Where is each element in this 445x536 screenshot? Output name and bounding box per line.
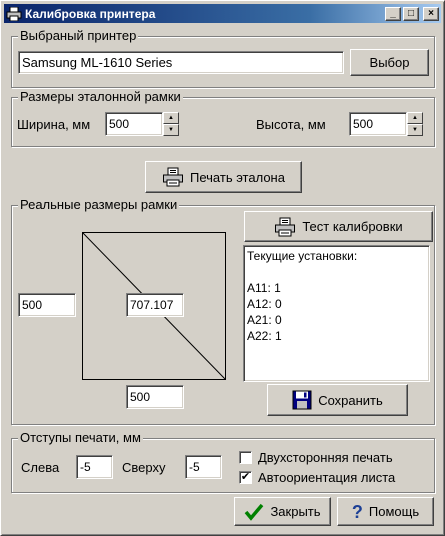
print-reference-label: Печать эталона (190, 169, 285, 185)
margin-top-input[interactable]: -5 (185, 455, 222, 479)
printer-app-icon (6, 6, 22, 21)
title-bar[interactable]: Калибровка принтера _ □ × (4, 4, 441, 23)
select-printer-button[interactable]: Выбор (350, 49, 429, 76)
test-calibration-button[interactable]: Тест калибровки (244, 211, 433, 242)
settings-line: A21: 0 (247, 313, 282, 327)
printer-group-label: Выбраный принтер (18, 28, 139, 44)
printer-icon (162, 167, 184, 187)
settings-line: A12: 0 (247, 297, 282, 311)
settings-line (247, 264, 426, 280)
save-label: Сохранить (318, 392, 383, 408)
width-down-arrow-icon[interactable]: ▼ (163, 124, 179, 136)
margins-group-label: Отступы печати, мм (18, 430, 143, 446)
bottom-side-input[interactable]: 500 (126, 385, 184, 409)
diagonal-input[interactable]: 707.107 (126, 293, 184, 317)
close-window-button[interactable]: × (423, 6, 439, 21)
save-button[interactable]: Сохранить (267, 384, 408, 416)
checkmark-icon (244, 503, 264, 521)
margin-left-input[interactable]: -5 (76, 455, 113, 479)
width-spinner[interactable]: ▲ ▼ (163, 112, 179, 136)
help-button[interactable]: ? Помощь (337, 497, 434, 526)
test-calibration-label: Тест калибровки (302, 219, 403, 234)
help-label: Помощь (368, 504, 420, 519)
printer-icon (274, 217, 296, 237)
width-input[interactable]: 500 (105, 112, 163, 136)
settings-line: A11: 1 (247, 281, 281, 295)
window-title: Калибровка принтера (25, 6, 156, 21)
floppy-disk-icon (292, 390, 312, 410)
print-reference-button[interactable]: Печать эталона (145, 161, 302, 193)
checkbox-check-icon: ✔ (240, 471, 251, 483)
reference-size-group-label: Размеры эталонной рамки (18, 89, 183, 105)
margin-top-label: Сверху (122, 460, 166, 475)
auto-orientation-label[interactable]: Автоориентация листа (258, 470, 395, 486)
settings-line: A22: 1 (247, 329, 282, 343)
minimize-button[interactable]: _ (385, 6, 401, 21)
height-label: Высота, мм (256, 117, 326, 132)
close-label: Закрыть (270, 504, 321, 519)
select-printer-label: Выбор (369, 55, 410, 70)
duplex-checkbox[interactable] (239, 451, 252, 464)
question-mark-icon: ? (351, 501, 363, 522)
width-label: Ширина, мм (17, 117, 91, 132)
height-spinner[interactable]: ▲ ▼ (407, 112, 423, 136)
height-input[interactable]: 500 (349, 112, 407, 136)
printer-name-field[interactable]: Samsung ML-1610 Series (18, 51, 344, 74)
auto-orientation-checkbox[interactable]: ✔ (239, 471, 252, 484)
maximize-button[interactable]: □ (403, 6, 419, 21)
calibration-window: Калибровка принтера _ □ × Выбраный принт… (0, 0, 445, 536)
width-up-arrow-icon[interactable]: ▲ (163, 112, 179, 124)
height-up-arrow-icon[interactable]: ▲ (407, 112, 423, 124)
height-down-arrow-icon[interactable]: ▼ (407, 124, 423, 136)
left-side-input[interactable]: 500 (18, 293, 76, 317)
settings-line: Текущие установки: (247, 249, 358, 263)
current-settings-list[interactable]: Текущие установки: A11: 1 A12: 0 A21: 0 … (243, 245, 430, 382)
margin-left-label: Слева (21, 460, 60, 475)
duplex-label[interactable]: Двухсторонняя печать (258, 450, 393, 466)
real-size-group-label: Реальные размеры рамки (18, 197, 180, 213)
close-button[interactable]: Закрыть (234, 497, 331, 526)
